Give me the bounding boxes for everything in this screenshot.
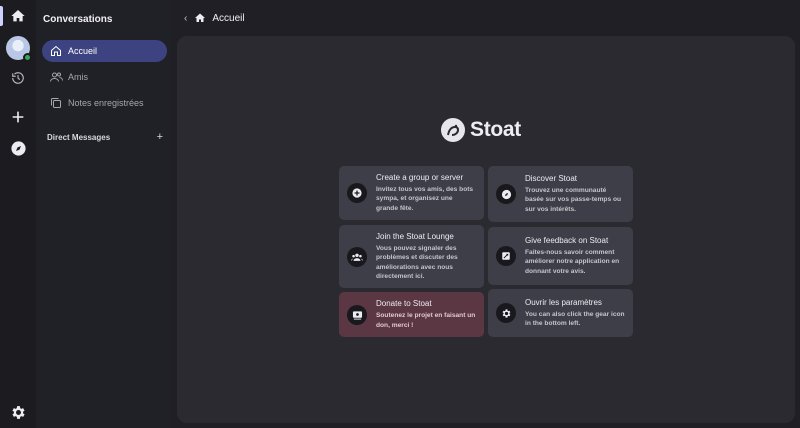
history-button[interactable]: [5, 65, 31, 91]
back-chevron-icon[interactable]: ‹: [184, 13, 187, 24]
group-icon: [347, 246, 367, 267]
donate-card[interactable]: Donate to Stoat Soutenez le projet en fa…: [339, 292, 484, 337]
home-icon: [49, 44, 63, 58]
stoat-logo-icon: [441, 118, 465, 142]
sidebar-item-accueil[interactable]: Accueil: [42, 40, 167, 62]
direct-messages-header: Direct Messages +: [47, 131, 163, 143]
donate-icon: [347, 304, 367, 325]
compass-icon: [496, 184, 516, 204]
card-description: Trouvez une communauté basée sur vos pas…: [525, 187, 622, 213]
add-server-button[interactable]: [5, 104, 31, 130]
give-feedback-card[interactable]: Give feedback on Stoat Faites-nous savoi…: [488, 227, 633, 285]
discover-stoat-card[interactable]: Discover Stoat Trouvez une communauté ba…: [488, 166, 633, 222]
card-description: Faites-nous savoir comment améliorer not…: [525, 249, 620, 275]
page-header: ‹ Accueil: [172, 0, 800, 36]
online-status-dot: [23, 53, 32, 62]
card-description: You can also click the gear icon in the …: [525, 310, 625, 327]
join-lounge-card[interactable]: Join the Stoat Lounge Vous pouvez signal…: [339, 225, 484, 288]
discover-button[interactable]: [5, 135, 31, 161]
home-content: Stoat Create a group or server Invitez t…: [177, 36, 795, 423]
gear-icon: [496, 303, 516, 323]
notes-icon: [49, 96, 63, 110]
card-title: Join the Stoat Lounge: [376, 232, 454, 242]
card-description: Invitez tous vos amis, des bots sympa, e…: [376, 186, 474, 212]
home-icon: [194, 12, 206, 24]
plus-circle-icon: [347, 183, 367, 203]
sidebar-item-label: Accueil: [68, 46, 98, 56]
card-title: Create a group or server: [376, 173, 464, 183]
user-avatar[interactable]: [6, 36, 32, 62]
server-rail: [0, 0, 36, 428]
create-group-card[interactable]: Create a group or server Invitez tous vo…: [339, 166, 484, 220]
add-dm-button[interactable]: +: [157, 131, 163, 143]
settings-button[interactable]: [5, 399, 31, 425]
plus-icon: [12, 111, 24, 123]
sidebar-item-amis[interactable]: Amis: [42, 66, 167, 88]
card-description: Soutenez le projet en faisant un don, me…: [376, 312, 476, 329]
sidebar-item-notes[interactable]: Notes enregistrées: [42, 92, 167, 114]
card-title: Donate to Stoat: [376, 299, 432, 309]
card-title: Give feedback on Stoat: [525, 236, 609, 246]
friends-icon: [49, 70, 63, 84]
history-icon: [12, 72, 24, 84]
stoat-logo: Stoat: [441, 118, 521, 142]
card-description: Vous pouvez signaler des problèmes et di…: [376, 245, 458, 280]
home-rail-button[interactable]: [5, 3, 31, 29]
open-settings-card[interactable]: Ouvrir les paramètres You can also click…: [488, 289, 633, 337]
card-title: Ouvrir les paramètres: [525, 297, 602, 307]
active-indicator: [0, 6, 3, 26]
home-icon: [11, 10, 25, 22]
logo-text: Stoat: [470, 118, 522, 141]
conversations-sidebar: Conversations Accueil Amis Notes enregis…: [36, 0, 172, 428]
gear-icon: [11, 405, 25, 419]
sidebar-title: Conversations: [43, 14, 113, 25]
compass-icon: [10, 140, 26, 156]
feedback-icon: [496, 246, 516, 266]
direct-messages-label: Direct Messages: [47, 132, 111, 142]
page-title: Accueil: [212, 12, 245, 24]
card-title: Discover Stoat: [525, 174, 578, 184]
sidebar-item-label: Notes enregistrées: [68, 98, 144, 108]
app-window: Conversations Accueil Amis Notes enregis…: [0, 0, 800, 428]
sidebar-item-label: Amis: [68, 72, 88, 82]
